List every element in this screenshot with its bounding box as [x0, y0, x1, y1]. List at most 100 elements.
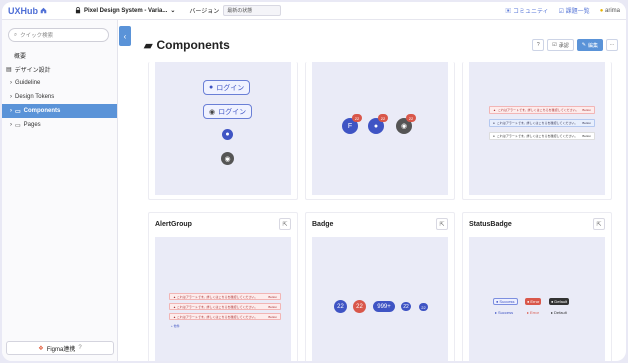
- sidebar-item-label: デザイン設計: [14, 67, 51, 74]
- status-label: Default: [554, 299, 568, 304]
- figma-sync-button[interactable]: ❖ Figma連携 ?: [6, 341, 114, 355]
- component-card-alertgroup[interactable]: AlertGroup ⇱ ▲ これはアラートです。詳しくはこちらを確認してくださ…: [148, 212, 298, 361]
- preview-area: 22 22 999+ 22 22: [312, 237, 448, 361]
- login-button-preview: ● ログイン: [203, 80, 251, 95]
- badge-count: 22: [408, 115, 414, 121]
- sidebar-item-design-tokens[interactable]: › Design Tokens: [2, 90, 117, 104]
- warning-icon: ▲: [173, 314, 176, 319]
- chevron-right-icon: ›: [10, 108, 12, 114]
- figma-icon: ❖: [38, 345, 44, 352]
- document-icon: ▤: [6, 66, 12, 73]
- user-name: arima: [604, 7, 620, 14]
- alert-action: Button: [268, 294, 277, 299]
- badge-count: 22: [380, 115, 386, 121]
- card-title: StatusBadge: [469, 221, 512, 228]
- edit-button[interactable]: ✎ 編集: [576, 39, 603, 51]
- component-card-button[interactable]: ● ログイン ◉ ログイン ● ◉: [148, 62, 298, 200]
- sidebar: ⌕ クイック検索 概要 ▤ デザイン設計 › Guideline › Desig…: [2, 20, 118, 361]
- sidebar-item-label: Guideline: [15, 80, 41, 86]
- open-external-icon[interactable]: ⇱: [436, 218, 448, 230]
- dot-icon: ▸: [527, 310, 530, 315]
- check-icon: ☑: [552, 42, 557, 48]
- badge-overflow: 999+: [373, 301, 395, 312]
- sidebar-item-guideline[interactable]: › Guideline: [2, 76, 117, 90]
- avatar: ◉: [221, 152, 234, 165]
- badge-primary: 22: [334, 300, 347, 313]
- alert-action: Button: [582, 108, 591, 112]
- count-badge: 22: [378, 114, 388, 122]
- status-label: Error: [530, 310, 539, 315]
- logo-text: UXHub: [8, 5, 38, 16]
- alert-action: Button: [582, 134, 591, 138]
- status-text-success: ▸ Success: [493, 309, 515, 316]
- warning-icon: ▲: [493, 108, 496, 112]
- sidebar-item-label: Components: [23, 108, 61, 114]
- search-placeholder: クイック検索: [20, 33, 54, 39]
- badge-small: 22: [419, 303, 428, 311]
- alert-action: Button: [268, 314, 277, 319]
- card-title: Badge: [312, 221, 334, 228]
- page-title-text: Components: [156, 38, 230, 52]
- alert-group-item: ▲ これはアラートです。詳しくはこちらを確認してください。 Button: [169, 293, 281, 300]
- user-avatar-icon: ●: [222, 129, 233, 140]
- alert-action: Button: [268, 304, 277, 309]
- page-title: ▰ Components: [144, 38, 230, 52]
- badge-value: 22: [403, 303, 409, 310]
- main-content: ▰ Components ? ☑ 承認 ✎ 編集 ··· ● ログイン ◉ ログイン ●…: [136, 20, 626, 361]
- avatar-letter: F: [347, 122, 353, 130]
- user-menu[interactable]: ● arima: [600, 8, 620, 14]
- task-list-link[interactable]: ☑ 課題一覧: [559, 6, 590, 15]
- help-icon: ?: [78, 345, 82, 351]
- component-card-badge[interactable]: Badge ⇱ 22 22 999+ 22 22: [305, 212, 455, 361]
- project-name: Pixel Design System - Varia...: [84, 7, 168, 14]
- version-select[interactable]: 最新の状態: [223, 5, 282, 16]
- component-card-alert[interactable]: ▲ これはアラートです。詳しくはこちらを確認してください。 Button ● これはア…: [462, 62, 612, 200]
- app-window: UXHub Pixel Design System - Varia... ⌄ バ…: [2, 2, 626, 361]
- sidebar-item-pages[interactable]: › ▭ Pages: [2, 118, 117, 132]
- sidebar-collapse-button[interactable]: ‹: [119, 26, 131, 46]
- page-actions: ? ☑ 承認 ✎ 編集 ···: [532, 39, 618, 51]
- chevron-right-icon: ›: [10, 122, 12, 128]
- approve-label: 承認: [558, 42, 569, 49]
- login-label: ログイン: [216, 84, 245, 92]
- alert-error: ▲ これはアラートです。詳しくはこちらを確認してください。 Button: [489, 106, 595, 114]
- open-external-icon[interactable]: ⇱: [279, 218, 291, 230]
- dot-icon: ▸: [551, 310, 554, 315]
- alert-text: これはアラートです。詳しくはこちらを確認してください。: [497, 108, 579, 112]
- badge-count: 22: [354, 115, 360, 121]
- preview-area: ▲ これはアラートです。詳しくはこちらを確認してください。 Button ▲ これ…: [155, 237, 291, 361]
- project-selector[interactable]: Pixel Design System - Varia... ⌄: [75, 7, 175, 14]
- chevron-left-icon: ‹: [123, 31, 127, 41]
- alert-text: これはアラートです。詳しくはこちらを確認してください。: [496, 121, 578, 125]
- chevron-right-icon: ›: [10, 80, 12, 86]
- approve-button[interactable]: ☑ 承認: [547, 39, 574, 51]
- alert-action: Button: [582, 121, 591, 125]
- layout-icon: ▭: [15, 108, 21, 115]
- status-text-error: ▸ Error: [525, 309, 541, 316]
- sidebar-item-components[interactable]: › ▭ Components: [2, 104, 117, 118]
- sidebar-item-design[interactable]: ▤ デザイン設計: [2, 62, 117, 76]
- card-title: AlertGroup: [155, 221, 192, 228]
- sidebar-item-overview[interactable]: 概要: [2, 48, 117, 62]
- app-logo[interactable]: UXHub: [8, 6, 47, 16]
- alert-group-more[interactable]: + 他件: [171, 324, 180, 328]
- component-card-avatar-badge[interactable]: F 22 ● 22 ◉ 22: [305, 62, 455, 200]
- status-label: Success: [498, 310, 514, 315]
- task-list-label: 課題一覧: [565, 9, 590, 15]
- badge-value: 22: [421, 304, 426, 310]
- more-button[interactable]: ···: [606, 39, 618, 51]
- more-icon: ···: [609, 42, 615, 48]
- layout-icon: ▭: [15, 122, 21, 129]
- dot-icon: ▸: [495, 310, 498, 315]
- alert-group-item: ▲ これはアラートです。詳しくはこちらを確認してください。 Button: [169, 313, 281, 320]
- open-external-icon[interactable]: ⇱: [593, 218, 605, 230]
- info-icon: ●: [493, 134, 495, 138]
- sidebar-item-label: Design Tokens: [15, 94, 55, 100]
- component-card-statusbadge[interactable]: StatusBadge ⇱ ● Success ● Error ● Default ▸…: [462, 212, 612, 361]
- community-link[interactable]: ▣ コミュニティ: [505, 6, 548, 15]
- help-button[interactable]: ?: [532, 39, 545, 51]
- badge-error: 22: [353, 300, 366, 313]
- badge-value: 999+: [377, 303, 391, 310]
- quick-search[interactable]: ⌕ クイック検索: [8, 28, 109, 42]
- warning-icon: ▲: [173, 304, 176, 309]
